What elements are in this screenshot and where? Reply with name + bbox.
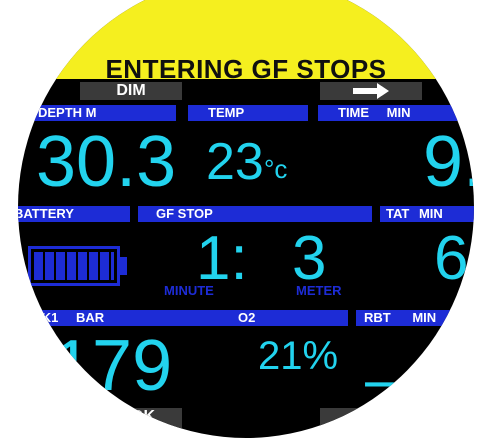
dive-computer-display: ENTERING GF STOPS DIM DEPTH M TEMP TIME …	[18, 0, 474, 438]
temp-value: 23	[206, 133, 264, 191]
temp-unit: °c	[264, 154, 288, 184]
tat-value: 6	[434, 224, 469, 293]
arrow-left-icon	[353, 410, 389, 426]
rbt-value: __:	[366, 316, 455, 388]
page-title: ENTERING GF STOPS	[105, 54, 387, 84]
time-label: TIME MIN	[338, 105, 411, 120]
temp-label-bar	[188, 105, 308, 121]
battery-label: BATTERY	[18, 206, 74, 221]
depth-label: DEPTH M	[38, 105, 97, 120]
next-button[interactable]	[320, 82, 422, 100]
arrow-right-icon	[353, 83, 389, 99]
tank-label: TANK1 BAR	[18, 310, 105, 325]
depth-value: 30.3	[36, 122, 177, 202]
book-button[interactable]: BOOK	[80, 408, 182, 428]
minute-caption: MINUTE	[164, 283, 214, 298]
temp-label: TEMP	[208, 105, 245, 120]
meter-caption: METER	[296, 283, 342, 298]
header-band: ENTERING GF STOPS	[18, 0, 474, 84]
tat-label: TAT MIN	[386, 206, 443, 221]
time-value: 9:	[423, 122, 474, 202]
gf-stop-minutes: 1:	[196, 224, 248, 293]
battery-terminal	[120, 257, 127, 275]
o2-label: O2	[238, 310, 256, 325]
battery-fill	[34, 252, 114, 280]
gf-stop-meters: 3	[292, 224, 327, 293]
back-button[interactable]	[320, 408, 422, 428]
gf-stop-label: GF STOP	[156, 206, 213, 221]
battery-icon	[28, 246, 120, 286]
dim-button[interactable]: DIM	[80, 82, 182, 100]
tank-pressure-value: 179	[52, 326, 173, 406]
o2-value: 21%	[258, 334, 339, 378]
